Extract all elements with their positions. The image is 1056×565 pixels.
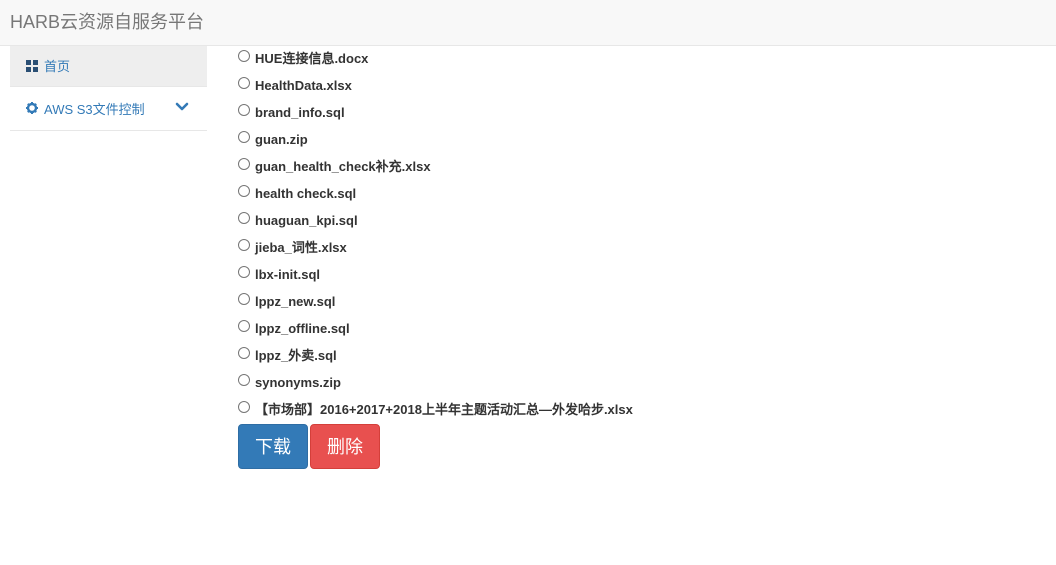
sidebar-item-aws-s3[interactable]: AWS S3文件控制	[10, 87, 207, 131]
sidebar-item-label: 首页	[44, 59, 71, 74]
sidebar-item-home[interactable]: 首页	[10, 46, 207, 87]
file-row[interactable]: lppz_new.sql	[238, 289, 1038, 316]
dashboard-grid-icon	[26, 60, 38, 72]
file-radio[interactable]	[238, 266, 250, 278]
file-radio[interactable]	[238, 104, 250, 116]
file-row[interactable]: 【市场部】2016+2017+2018上半年主题活动汇总—外发哈步.xlsx	[238, 397, 1038, 424]
sidebar: 首页 AWS S3文件控制	[10, 46, 207, 131]
file-name: HUE连接信息.docx	[255, 51, 369, 66]
file-list: HUE连接信息.docx HealthData.xlsx brand_info.sq…	[238, 46, 1038, 424]
gear-icon	[26, 102, 38, 114]
file-name: 【市场部】2016+2017+2018上半年主题活动汇总—外发哈步.xlsx	[255, 402, 633, 417]
delete-button[interactable]: 删除	[310, 424, 380, 469]
file-name: huaguan_kpi.sql	[255, 213, 358, 228]
file-name: guan_health_check补充.xlsx	[255, 159, 431, 174]
file-row[interactable]: jieba_词性.xlsx	[238, 235, 1038, 262]
file-radio[interactable]	[238, 401, 250, 413]
chevron-down-icon[interactable]	[175, 101, 189, 113]
file-row[interactable]: guan_health_check补充.xlsx	[238, 154, 1038, 181]
file-radio[interactable]	[238, 77, 250, 89]
action-buttons: 下载 删除	[238, 424, 380, 469]
file-radio[interactable]	[238, 50, 250, 62]
file-name: lppz_new.sql	[255, 294, 336, 309]
file-name: health check.sql	[255, 186, 357, 201]
file-radio[interactable]	[238, 293, 250, 305]
file-radio[interactable]	[238, 158, 250, 170]
file-name: lppz_offline.sql	[255, 321, 350, 336]
file-row[interactable]: HealthData.xlsx	[238, 73, 1038, 100]
file-radio[interactable]	[238, 239, 250, 251]
file-radio[interactable]	[238, 347, 250, 359]
file-radio[interactable]	[238, 320, 250, 332]
file-row[interactable]: guan.zip	[238, 127, 1038, 154]
file-name: synonyms.zip	[255, 375, 341, 390]
file-row[interactable]: huaguan_kpi.sql	[238, 208, 1038, 235]
file-row[interactable]: lbx-init.sql	[238, 262, 1038, 289]
file-radio[interactable]	[238, 185, 250, 197]
sidebar-item-label: AWS S3文件控制	[44, 102, 145, 117]
top-navbar: HARB云资源自服务平台	[0, 0, 1056, 46]
file-radio[interactable]	[238, 374, 250, 386]
file-radio[interactable]	[238, 212, 250, 224]
file-row[interactable]: HUE连接信息.docx	[238, 46, 1038, 73]
file-name: guan.zip	[255, 132, 308, 147]
file-name: lbx-init.sql	[255, 267, 320, 282]
file-row[interactable]: lppz_外卖.sql	[238, 343, 1038, 370]
file-name: brand_info.sql	[255, 105, 345, 120]
file-row[interactable]: brand_info.sql	[238, 100, 1038, 127]
file-name: jieba_词性.xlsx	[255, 240, 347, 255]
file-radio[interactable]	[238, 131, 250, 143]
file-row[interactable]: synonyms.zip	[238, 370, 1038, 397]
file-name: HealthData.xlsx	[255, 78, 352, 93]
file-name: lppz_外卖.sql	[255, 348, 337, 363]
download-button[interactable]: 下载	[238, 424, 308, 469]
file-row[interactable]: health check.sql	[238, 181, 1038, 208]
file-row[interactable]: lppz_offline.sql	[238, 316, 1038, 343]
brand-title[interactable]: HARB云资源自服务平台	[10, 11, 204, 33]
